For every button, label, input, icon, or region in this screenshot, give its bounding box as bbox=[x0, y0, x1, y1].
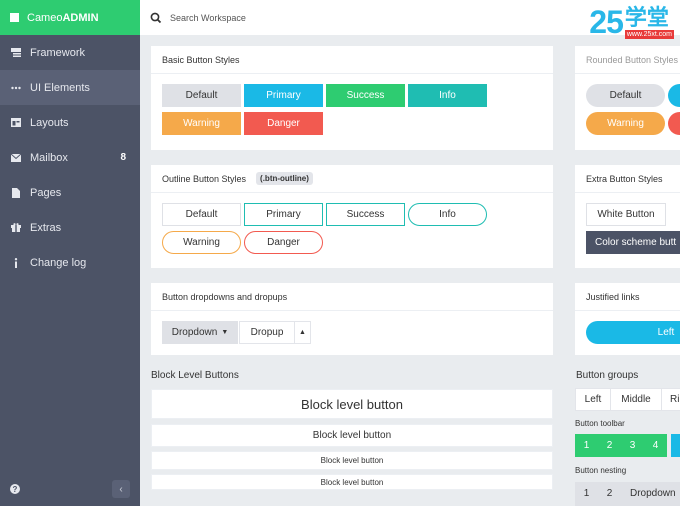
sidebar-item-mailbox[interactable]: Mailbox 8 bbox=[0, 140, 140, 175]
group-right-button[interactable]: Ri bbox=[661, 388, 680, 411]
brand-logo[interactable]: Cameo ADMIN bbox=[0, 0, 140, 35]
card-title: Button dropdowns and dropups bbox=[151, 283, 553, 311]
nesting-button-1[interactable]: 1 bbox=[575, 482, 598, 505]
group-middle-button[interactable]: Middle bbox=[610, 388, 662, 411]
info-button[interactable]: Info bbox=[408, 84, 487, 107]
outline-warning-button[interactable]: Warning bbox=[162, 231, 241, 254]
dropdown-label: Dropdown bbox=[171, 327, 218, 338]
nesting-label: Button nesting bbox=[575, 466, 627, 475]
mailbox-count-badge: 8 bbox=[120, 152, 126, 163]
sidebar-footer: ? ‹ bbox=[10, 480, 130, 498]
justified-links-card: Justified links Left bbox=[575, 283, 680, 355]
outline-buttons-card: Outline Button Styles (.btn-outline) Def… bbox=[151, 165, 553, 268]
collapse-sidebar-button[interactable]: ‹ bbox=[112, 480, 130, 498]
search-icon[interactable] bbox=[150, 12, 162, 24]
danger-button[interactable]: Danger bbox=[244, 112, 323, 135]
card-title: Rounded Button Styles bbox=[575, 46, 680, 74]
watermark-number: 25 bbox=[589, 4, 624, 40]
sidebar-item-ui-elements[interactable]: UI Elements bbox=[0, 70, 140, 105]
layout-icon bbox=[11, 118, 21, 128]
button-groups-title: Button groups bbox=[576, 370, 639, 381]
outline-class-tag: (.btn-outline) bbox=[256, 172, 313, 185]
block-level-button-large[interactable]: Block level button bbox=[151, 389, 553, 419]
primary-button[interactable]: Primary bbox=[244, 84, 323, 107]
card-title: Justified links bbox=[575, 283, 680, 311]
sidebar-item-label: Mailbox bbox=[30, 151, 68, 164]
dropdowns-card: Button dropdowns and dropups Dropdown ▼ … bbox=[151, 283, 553, 355]
justified-left-button[interactable]: Left bbox=[586, 321, 680, 344]
rounded-buttons-card: Rounded Button Styles Default Warning bbox=[575, 46, 680, 150]
toolbar-button-2[interactable]: 2 bbox=[598, 434, 621, 457]
sidebar-item-label: Change log bbox=[30, 256, 87, 269]
watermark-cn-text: 学堂 bbox=[624, 5, 669, 30]
outline-info-button[interactable]: Info bbox=[408, 203, 487, 226]
outline-default-button[interactable]: Default bbox=[162, 203, 241, 226]
default-button[interactable]: Default bbox=[162, 84, 241, 107]
outline-danger-button[interactable]: Danger bbox=[244, 231, 323, 254]
rounded-default-button[interactable]: Default bbox=[586, 84, 665, 107]
outline-primary-button[interactable]: Primary bbox=[244, 203, 323, 226]
dropdown-button[interactable]: Dropdown ▼ bbox=[162, 321, 238, 344]
card-title: Extra Button Styles bbox=[575, 165, 680, 193]
rounded-warning-button[interactable]: Warning bbox=[586, 112, 665, 135]
block-level-button-small[interactable]: Block level button bbox=[151, 451, 553, 470]
card-title-row: Outline Button Styles (.btn-outline) bbox=[151, 165, 553, 193]
layers-icon bbox=[11, 48, 21, 58]
white-button[interactable]: White Button bbox=[586, 203, 666, 226]
sidebar-item-label: Framework bbox=[30, 46, 86, 59]
outline-success-button[interactable]: Success bbox=[326, 203, 405, 226]
card-title: Outline Button Styles bbox=[162, 173, 247, 184]
toolbar-label: Button toolbar bbox=[575, 419, 625, 428]
block-level-button-default[interactable]: Block level button bbox=[151, 424, 553, 447]
card-title: Basic Button Styles bbox=[151, 46, 553, 74]
sidebar-item-label: Pages bbox=[30, 186, 62, 199]
sidebar-item-change-log[interactable]: Change log bbox=[0, 245, 140, 280]
sidebar-item-layouts[interactable]: Layouts bbox=[0, 105, 140, 140]
sidebar: Cameo ADMIN Framework UI Elements Layouts… bbox=[0, 0, 140, 506]
button-toolbar: 1 2 3 4 bbox=[575, 434, 680, 458]
info-icon bbox=[11, 257, 21, 268]
basic-buttons-card: Basic Button Styles Default Primary Succ… bbox=[151, 46, 553, 150]
color-scheme-button[interactable]: Color scheme butt bbox=[586, 231, 680, 254]
help-icon[interactable]: ? bbox=[10, 484, 20, 494]
rounded-primary-button[interactable] bbox=[668, 84, 680, 107]
page-icon bbox=[11, 187, 21, 198]
sidebar-nav: Framework UI Elements Layouts Mailbox 8 bbox=[0, 35, 140, 280]
watermark-logo: 25 学堂 www.25xt.com bbox=[589, 6, 674, 39]
topbar: 25 学堂 www.25xt.com bbox=[140, 0, 680, 39]
watermark-url: www.25xt.com bbox=[624, 30, 674, 39]
mail-icon bbox=[11, 153, 21, 163]
sidebar-item-pages[interactable]: Pages bbox=[0, 175, 140, 210]
brand-square-icon bbox=[10, 13, 19, 22]
gift-icon bbox=[11, 223, 21, 233]
sidebar-item-label: UI Elements bbox=[30, 81, 90, 94]
sidebar-item-label: Extras bbox=[30, 221, 62, 234]
nesting-button-2[interactable]: 2 bbox=[598, 482, 621, 505]
caret-up-icon[interactable]: ▲ bbox=[294, 321, 311, 344]
toolbar-button-1[interactable]: 1 bbox=[575, 434, 598, 457]
extra-buttons-card: Extra Button Styles White Button Color s… bbox=[575, 165, 680, 268]
brand-prefix: Cameo bbox=[27, 11, 63, 24]
toolbar-next-group-button[interactable] bbox=[671, 434, 680, 457]
dots-icon bbox=[11, 83, 21, 93]
search-input[interactable] bbox=[170, 12, 370, 23]
button-nesting: 1 2 Dropdown bbox=[575, 482, 680, 506]
nesting-dropdown-button[interactable]: Dropdown bbox=[621, 482, 680, 505]
dropup-button[interactable]: Dropup bbox=[239, 321, 295, 344]
toolbar-button-4[interactable]: 4 bbox=[644, 434, 667, 457]
sidebar-item-label: Layouts bbox=[30, 116, 69, 129]
sidebar-item-framework[interactable]: Framework bbox=[0, 35, 140, 70]
button-group: Left Middle Ri bbox=[575, 388, 680, 411]
rounded-danger-button[interactable] bbox=[668, 112, 680, 135]
caret-down-icon: ▼ bbox=[221, 329, 229, 336]
block-level-title: Block Level Buttons bbox=[151, 370, 239, 381]
sidebar-item-extras[interactable]: Extras bbox=[0, 210, 140, 245]
group-left-button[interactable]: Left bbox=[575, 388, 611, 411]
success-button[interactable]: Success bbox=[326, 84, 405, 107]
brand-suffix: ADMIN bbox=[62, 11, 99, 24]
block-level-button-xs[interactable]: Block level button bbox=[151, 474, 553, 490]
toolbar-button-3[interactable]: 3 bbox=[621, 434, 644, 457]
warning-button[interactable]: Warning bbox=[162, 112, 241, 135]
